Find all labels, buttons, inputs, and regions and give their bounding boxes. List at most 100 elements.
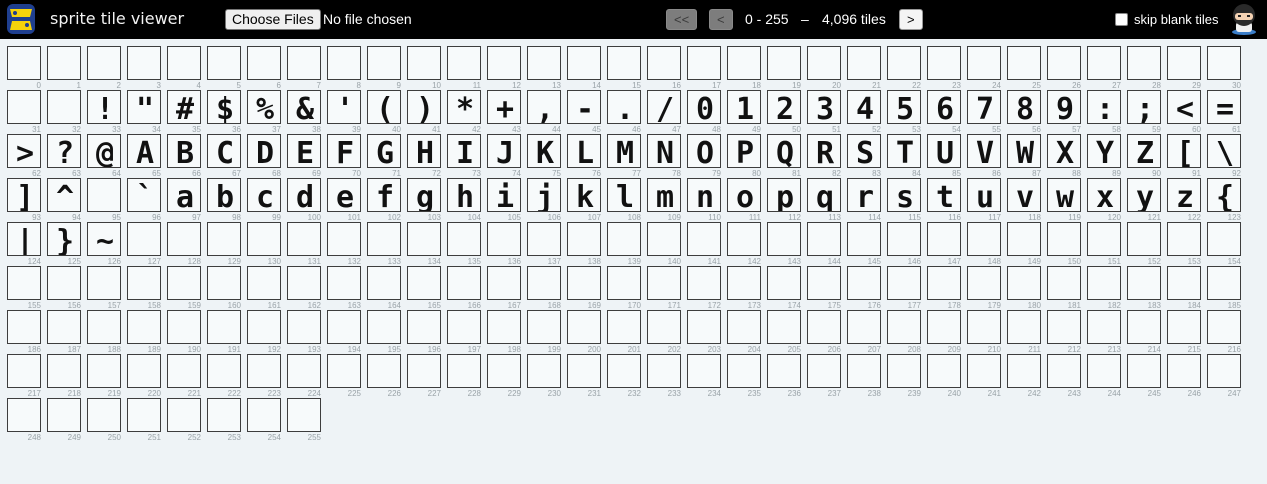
sprite-tile[interactable]: S bbox=[847, 134, 881, 168]
sprite-tile[interactable] bbox=[487, 266, 521, 300]
sprite-tile[interactable]: ( bbox=[367, 90, 401, 124]
skip-blank-checkbox[interactable] bbox=[1115, 13, 1128, 26]
sprite-tile[interactable] bbox=[487, 46, 521, 80]
sprite-tile[interactable]: = bbox=[1207, 90, 1241, 124]
sprite-tile[interactable]: Q bbox=[767, 134, 801, 168]
sprite-tile[interactable] bbox=[807, 222, 841, 256]
sprite-tile[interactable]: @ bbox=[87, 134, 121, 168]
sprite-tile[interactable]: J bbox=[487, 134, 521, 168]
sprite-tile[interactable] bbox=[207, 222, 241, 256]
sprite-tile[interactable] bbox=[247, 398, 281, 432]
sprite-tile[interactable] bbox=[527, 222, 561, 256]
sprite-tile[interactable] bbox=[1047, 354, 1081, 388]
sprite-tile[interactable] bbox=[1167, 310, 1201, 344]
sprite-tile[interactable]: Y bbox=[1087, 134, 1121, 168]
sprite-tile[interactable] bbox=[167, 354, 201, 388]
sprite-tile[interactable] bbox=[1167, 266, 1201, 300]
sprite-tile[interactable]: i bbox=[487, 178, 521, 212]
sprite-tile[interactable] bbox=[567, 354, 601, 388]
sprite-tile[interactable] bbox=[127, 46, 161, 80]
sprite-tile[interactable]: Z bbox=[1127, 134, 1161, 168]
sprite-tile[interactable] bbox=[327, 310, 361, 344]
sprite-tile[interactable]: m bbox=[647, 178, 681, 212]
sprite-tile[interactable] bbox=[407, 266, 441, 300]
sprite-tile[interactable] bbox=[367, 46, 401, 80]
sprite-tile[interactable]: , bbox=[527, 90, 561, 124]
sprite-tile[interactable] bbox=[87, 46, 121, 80]
first-page-button[interactable]: << bbox=[666, 9, 698, 30]
sprite-tile[interactable] bbox=[1207, 222, 1241, 256]
sprite-tile[interactable] bbox=[487, 354, 521, 388]
sprite-tile[interactable] bbox=[927, 310, 961, 344]
sprite-tile[interactable]: e bbox=[327, 178, 361, 212]
sprite-tile[interactable]: n bbox=[687, 178, 721, 212]
sprite-tile[interactable] bbox=[87, 354, 121, 388]
sprite-tile[interactable] bbox=[287, 266, 321, 300]
sprite-tile[interactable]: % bbox=[247, 90, 281, 124]
sprite-tile[interactable] bbox=[287, 354, 321, 388]
sprite-tile[interactable]: r bbox=[847, 178, 881, 212]
sprite-tile[interactable] bbox=[927, 46, 961, 80]
sprite-tile[interactable] bbox=[247, 222, 281, 256]
sprite-tile[interactable] bbox=[847, 310, 881, 344]
sprite-tile[interactable]: ; bbox=[1127, 90, 1161, 124]
sprite-tile[interactable] bbox=[607, 222, 641, 256]
sprite-tile[interactable] bbox=[1207, 266, 1241, 300]
sprite-tile[interactable]: } bbox=[47, 222, 81, 256]
sprite-tile[interactable]: D bbox=[247, 134, 281, 168]
sprite-tile[interactable] bbox=[1087, 310, 1121, 344]
sprite-tile[interactable]: K bbox=[527, 134, 561, 168]
sprite-tile[interactable] bbox=[207, 310, 241, 344]
sprite-tile[interactable] bbox=[247, 310, 281, 344]
sprite-tile[interactable] bbox=[207, 398, 241, 432]
sprite-tile[interactable] bbox=[47, 266, 81, 300]
sprite-tile[interactable] bbox=[727, 46, 761, 80]
sprite-tile[interactable] bbox=[1087, 46, 1121, 80]
sprite-tile[interactable] bbox=[327, 266, 361, 300]
sprite-tile[interactable]: { bbox=[1207, 178, 1241, 212]
sprite-tile[interactable] bbox=[447, 222, 481, 256]
sprite-tile[interactable] bbox=[367, 222, 401, 256]
sprite-tile[interactable] bbox=[727, 310, 761, 344]
sprite-tile[interactable]: ^ bbox=[47, 178, 81, 212]
prev-page-button[interactable]: < bbox=[709, 9, 733, 30]
sprite-tile[interactable] bbox=[767, 266, 801, 300]
sprite-tile[interactable] bbox=[887, 266, 921, 300]
sprite-tile[interactable] bbox=[967, 222, 1001, 256]
sprite-tile[interactable]: A bbox=[127, 134, 161, 168]
sprite-tile[interactable] bbox=[687, 266, 721, 300]
sprite-tile[interactable] bbox=[407, 46, 441, 80]
sprite-tile[interactable] bbox=[327, 354, 361, 388]
sprite-tile[interactable] bbox=[167, 398, 201, 432]
sprite-tile[interactable]: P bbox=[727, 134, 761, 168]
sprite-tile[interactable]: . bbox=[607, 90, 641, 124]
sprite-tile[interactable] bbox=[647, 222, 681, 256]
sprite-tile[interactable] bbox=[447, 354, 481, 388]
sprite-tile[interactable] bbox=[967, 46, 1001, 80]
sprite-tile[interactable]: 1 bbox=[727, 90, 761, 124]
sprite-tile[interactable]: B bbox=[167, 134, 201, 168]
sprite-tile[interactable] bbox=[127, 398, 161, 432]
sprite-tile[interactable] bbox=[127, 266, 161, 300]
sprite-tile[interactable] bbox=[367, 266, 401, 300]
sprite-tile[interactable] bbox=[967, 266, 1001, 300]
sprite-tile[interactable] bbox=[727, 266, 761, 300]
sprite-tile[interactable]: ` bbox=[127, 178, 161, 212]
sprite-tile[interactable] bbox=[1167, 354, 1201, 388]
sprite-tile[interactable] bbox=[1007, 310, 1041, 344]
sprite-tile[interactable]: * bbox=[447, 90, 481, 124]
sprite-tile[interactable] bbox=[167, 46, 201, 80]
sprite-tile[interactable] bbox=[327, 46, 361, 80]
sprite-tile[interactable] bbox=[1207, 354, 1241, 388]
sprite-tile[interactable]: M bbox=[607, 134, 641, 168]
sprite-tile[interactable] bbox=[1047, 222, 1081, 256]
sprite-tile[interactable] bbox=[87, 398, 121, 432]
sprite-tile[interactable] bbox=[927, 222, 961, 256]
sprite-tile[interactable] bbox=[47, 354, 81, 388]
sprite-tile[interactable] bbox=[647, 266, 681, 300]
sprite-tile[interactable]: a bbox=[167, 178, 201, 212]
sprite-tile[interactable] bbox=[127, 222, 161, 256]
sprite-tile[interactable] bbox=[47, 310, 81, 344]
sprite-tile[interactable] bbox=[7, 46, 41, 80]
ninja-avatar-icon[interactable] bbox=[1229, 2, 1259, 36]
